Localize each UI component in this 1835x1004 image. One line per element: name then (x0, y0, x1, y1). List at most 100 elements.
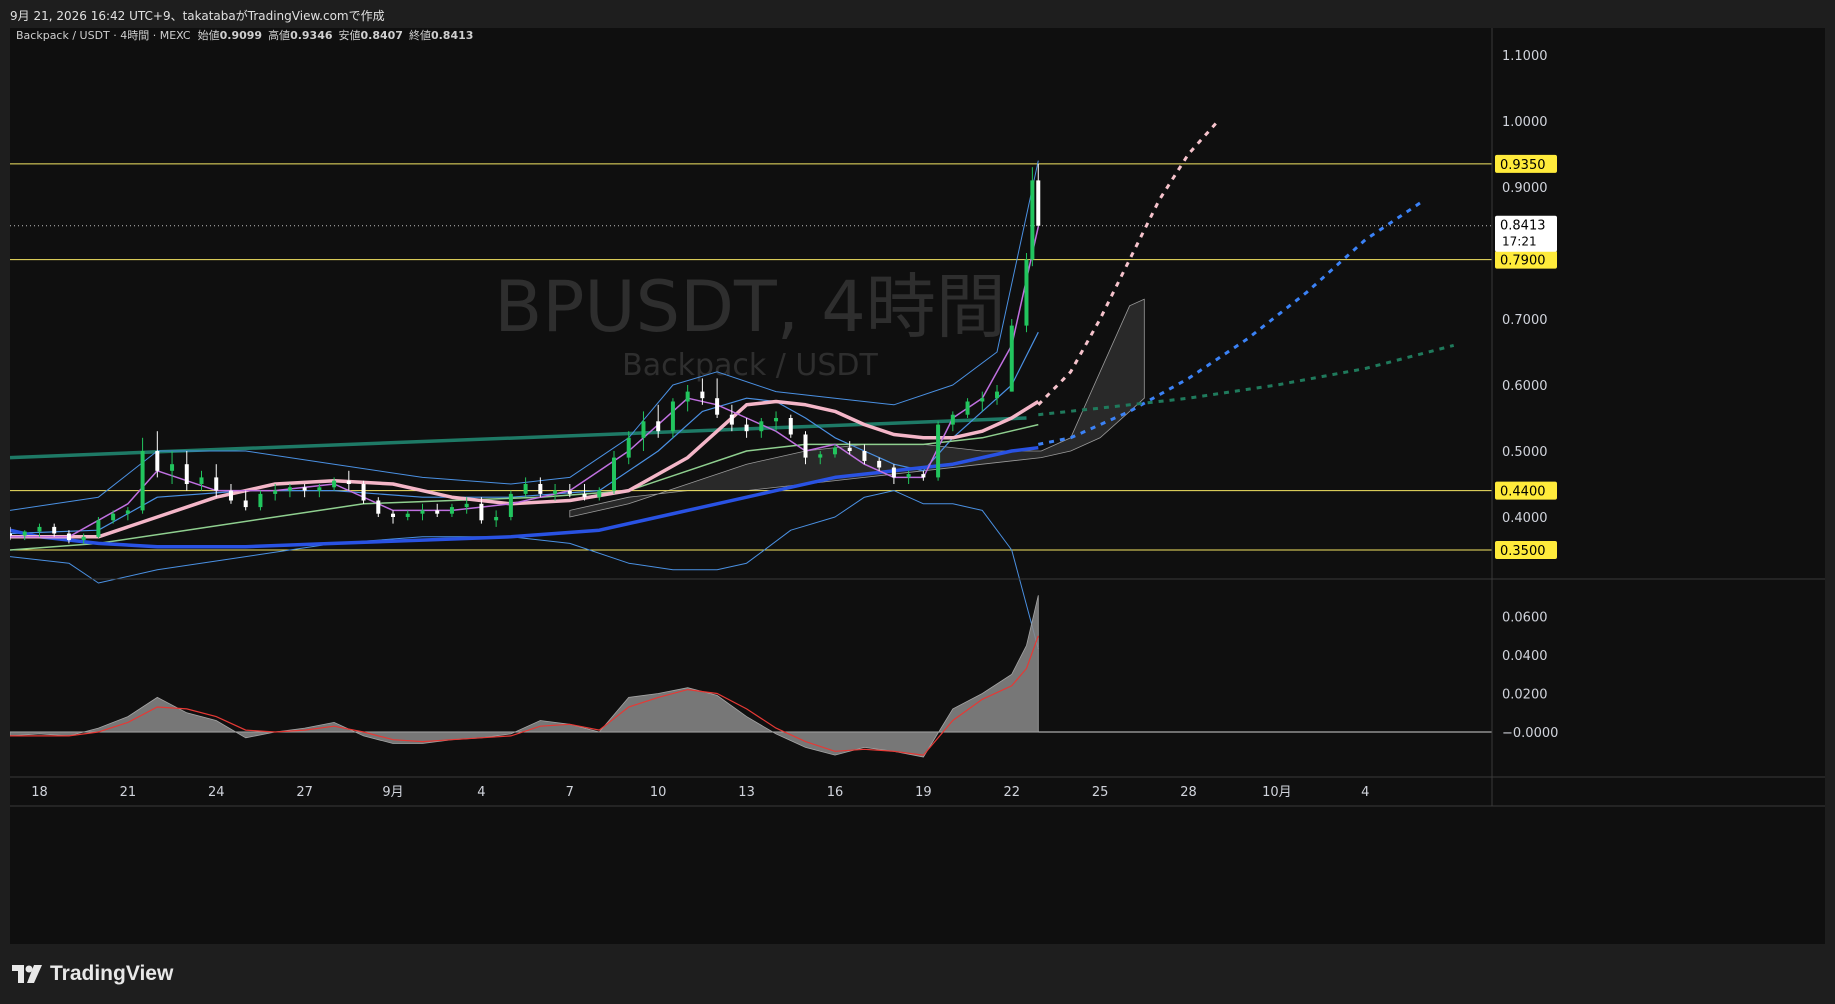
brand-name: TradingView (50, 962, 174, 985)
footer (0, 944, 1835, 1004)
candle-body (287, 487, 292, 491)
chart-svg[interactable]: BPUSDT, 4時間 Backpack / USDT 0.9350 0.7900… (10, 28, 1825, 944)
oscillator-tick-label: 0.0600 (1502, 611, 1548, 626)
price-tick-label: 1.0000 (1502, 115, 1548, 130)
candle-body (523, 484, 528, 494)
level-label: 0.9350 (1500, 158, 1546, 173)
candle-body (641, 421, 646, 438)
caption-bar: 9月 21, 2026 16:42 UTC+9、takatabaがTrading… (0, 0, 1835, 28)
candle-body (346, 480, 351, 484)
candle-body (1036, 180, 1041, 226)
candle-body (538, 484, 543, 494)
candle-body (155, 451, 160, 471)
candle-body (302, 487, 307, 491)
legend-high-label: 高値 (268, 28, 290, 42)
candle-body (125, 510, 130, 514)
candle-body (111, 513, 116, 521)
candle-body (508, 493, 513, 517)
watermark-title: BPUSDT, 4時間 (494, 266, 1006, 348)
time-tick-label: 10 (650, 785, 667, 800)
candle-body (317, 487, 322, 491)
current-price-label: 0.8413 (1500, 219, 1546, 234)
candle-body (1030, 180, 1035, 260)
ohlc-legend: Backpack / USDT · 4時間 · MEXC 始値0.9099 高値0.… (16, 28, 473, 42)
candle-body (567, 490, 572, 494)
countdown-label: 17:21 (1502, 235, 1537, 249)
level-label: 0.7900 (1500, 254, 1546, 269)
watermark: BPUSDT, 4時間 Backpack / USDT (494, 266, 1006, 383)
candle-body (950, 414, 955, 425)
chart-area[interactable]: BPUSDT, 4時間 Backpack / USDT 0.9350 0.7900… (10, 28, 1825, 944)
candle-body (626, 437, 631, 458)
time-tick-label: 7 (566, 785, 574, 800)
time-tick-label: 16 (827, 785, 844, 800)
candle-body (891, 467, 896, 478)
candle-body (228, 490, 233, 501)
legend-close-label: 終値 (409, 28, 431, 42)
candle-body (553, 490, 558, 494)
candle-body (464, 503, 469, 508)
candle-body (81, 536, 86, 541)
candle-body (936, 424, 941, 478)
candle-body (361, 484, 366, 501)
candle-body (1009, 325, 1014, 392)
indicator-lines (10, 120, 1455, 650)
time-tick-label: 9月 (382, 785, 403, 800)
candle-body (37, 526, 42, 532)
candle-body (995, 391, 1000, 399)
candle-body (199, 477, 204, 484)
candle-body (788, 418, 793, 435)
candle-body (435, 510, 440, 514)
candle-body (170, 464, 175, 471)
price-tick-label: 0.4000 (1502, 511, 1548, 526)
legend-low-label: 安値 (339, 28, 361, 42)
candle-body (832, 447, 837, 455)
candle-body (10, 533, 12, 536)
candle-body (258, 493, 263, 508)
candle-body (862, 451, 867, 461)
candle-body (597, 490, 602, 498)
candle-body (980, 398, 985, 402)
candle-body (729, 414, 734, 425)
time-tick-label: 25 (1092, 785, 1109, 800)
time-tick-label: 19 (915, 785, 932, 800)
candle-body (1024, 259, 1029, 326)
candle-body (376, 500, 381, 514)
svg-text:Backpack / USDT · 4時間 · MEXC始値: Backpack / USDT · 4時間 · MEXC 始値0.9099 高値0.… (16, 28, 473, 42)
oscillator-area (10, 595, 1039, 758)
candle-body (847, 447, 852, 451)
candle-body (22, 531, 27, 536)
oscillator-panel (10, 595, 1492, 758)
candle-body (818, 454, 823, 458)
legend-open-value: 0.9099 (220, 29, 262, 42)
price-tick-label: 1.1000 (1502, 49, 1548, 64)
candle-body (140, 451, 145, 511)
candle-body (656, 421, 661, 432)
price-tick-label: 0.6000 (1502, 379, 1548, 394)
candle-body (391, 513, 396, 517)
price-tick-label: 0.9000 (1502, 181, 1548, 196)
candle-body (420, 510, 425, 514)
candle-body (582, 493, 587, 498)
legend-open-label: 始値 (198, 28, 220, 42)
tradingview-logo[interactable]: TradingView (12, 962, 173, 986)
candle-body (273, 490, 278, 494)
candle-body (494, 517, 499, 521)
candle-body (921, 474, 926, 478)
time-tick-label: 10月 (1262, 785, 1292, 800)
candle-body (877, 460, 882, 468)
legend-close-value: 0.8413 (431, 29, 473, 42)
time-tick-label: 18 (31, 785, 48, 800)
candle-body (449, 507, 454, 514)
candle-body (479, 503, 484, 521)
candlesticks (10, 163, 1041, 544)
axes: 1.1000 1.0000 0.9000 0.7000 0.6000 0.5000 0.40… (10, 28, 1825, 807)
time-tick-label: 22 (1003, 785, 1020, 800)
candle-body (184, 464, 189, 484)
candle-body (759, 421, 764, 432)
time-tick-label: 24 (208, 785, 225, 800)
candle-body (214, 477, 219, 491)
price-tick-label: 0.5000 (1502, 445, 1548, 460)
tradingview-logo-icon (12, 965, 42, 983)
candle-body (774, 418, 779, 422)
